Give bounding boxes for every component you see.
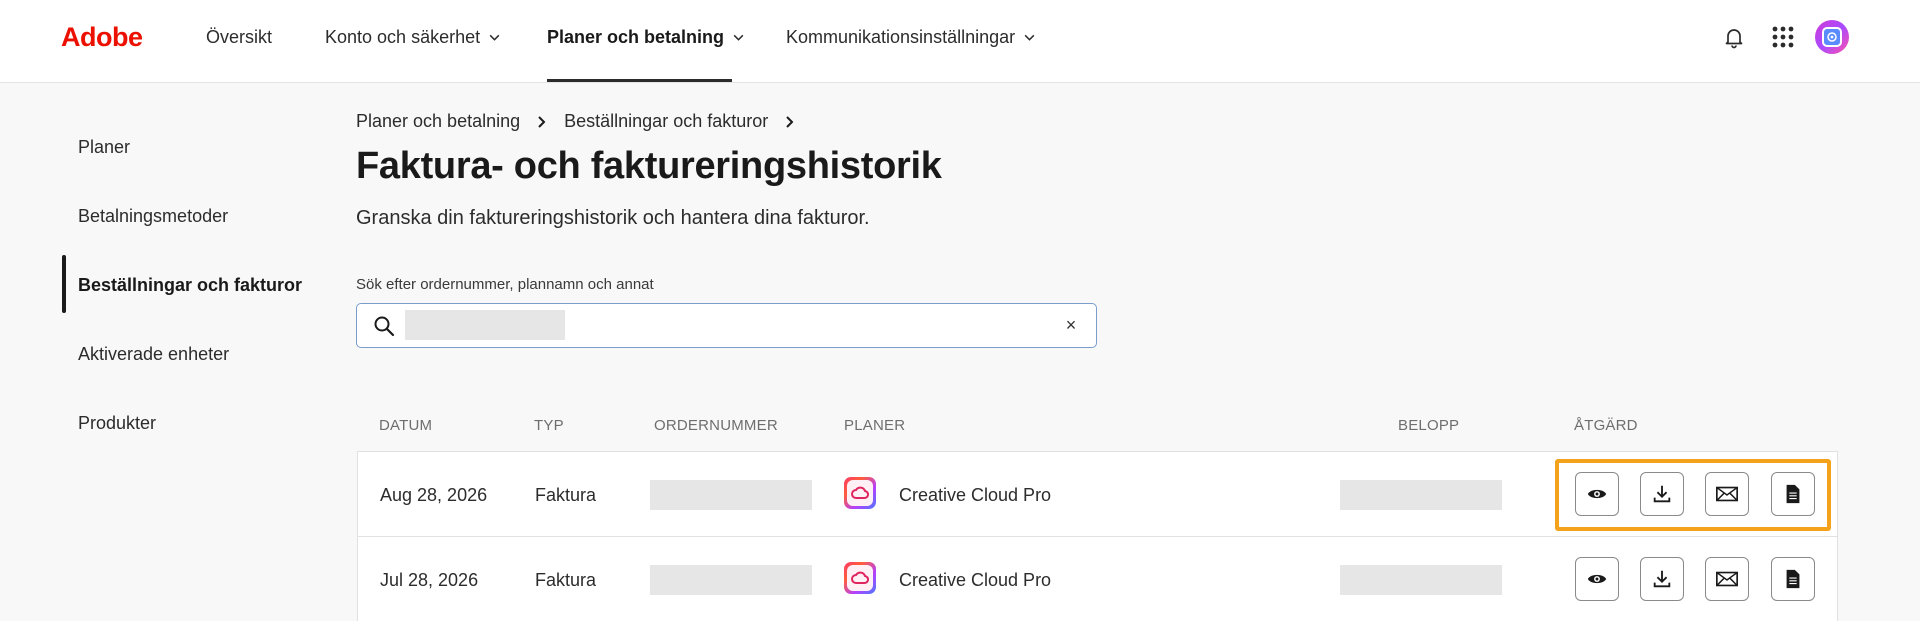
column-header-order-number: ORDERNUMMER — [654, 417, 778, 434]
nav-overview-label: Översikt — [206, 27, 273, 47]
active-tab-indicator — [547, 79, 732, 82]
sidebar-item-orders-invoices[interactable]: Beställningar och fakturor — [78, 275, 302, 296]
chevron-right-icon — [538, 115, 546, 128]
sidebar-item-products[interactable]: Produkter — [78, 413, 156, 434]
creative-cloud-icon — [844, 477, 876, 509]
nav-plans-payment-label: Planer och betalning — [547, 27, 725, 47]
download-invoice-button[interactable] — [1640, 557, 1684, 601]
document-button[interactable] — [1771, 557, 1815, 601]
search-icon — [374, 316, 395, 337]
nav-plans-payment[interactable]: Planer och betalning — [547, 27, 745, 48]
search-input[interactable]: × — [356, 303, 1097, 348]
email-invoice-button[interactable] — [1705, 557, 1749, 601]
column-header-plans: PLANER — [844, 417, 906, 434]
nav-communication-settings[interactable]: Kommunikationsinställningar — [786, 27, 1036, 48]
breadcrumb-item[interactable]: Beställningar och fakturor — [564, 111, 768, 132]
view-invoice-button[interactable] — [1575, 472, 1619, 516]
chevron-down-icon — [489, 34, 500, 41]
row-date: Jul 28, 2026 — [380, 570, 479, 590]
creative-cloud-icon-inner — [847, 480, 873, 506]
row-date: Aug 28, 2026 — [380, 485, 488, 505]
chevron-right-icon — [786, 115, 794, 128]
nav-account-security-label: Konto och säkerhet — [325, 27, 481, 47]
page-title: Faktura- och faktureringshistorik — [356, 145, 942, 187]
nav-overview[interactable]: Översikt — [206, 27, 272, 48]
amount-redacted — [1340, 480, 1502, 510]
adobe-logo[interactable]: Adobe — [61, 22, 143, 53]
email-icon — [1716, 486, 1738, 502]
chevron-down-icon — [733, 34, 744, 41]
column-header-date: DATUM — [379, 417, 433, 434]
top-navigation: Adobe Översikt Konto och säkerhet Planer… — [0, 0, 1920, 83]
document-button[interactable] — [1771, 472, 1815, 516]
clear-search-button[interactable]: × — [1060, 314, 1082, 336]
creative-cloud-icon-inner — [847, 565, 873, 591]
download-icon — [1653, 485, 1671, 503]
document-icon — [1786, 569, 1800, 589]
avatar[interactable] — [1815, 20, 1849, 54]
row-type: Faktura — [535, 570, 597, 590]
nav-communication-settings-label: Kommunikationsinställningar — [786, 27, 1016, 47]
email-icon — [1716, 571, 1738, 587]
nav-account-security[interactable]: Konto och säkerhet — [325, 27, 501, 48]
column-header-type: TYP — [534, 417, 564, 434]
document-icon — [1786, 484, 1800, 504]
avatar-image — [1822, 27, 1842, 47]
apps-grid-icon[interactable] — [1768, 22, 1798, 52]
search-label: Sök efter ordernummer, plannamn och anna… — [356, 276, 654, 293]
sidebar-item-payment-methods[interactable]: Betalningsmetoder — [78, 206, 228, 227]
chevron-down-icon — [1024, 34, 1035, 41]
breadcrumb-item[interactable]: Planer och betalning — [356, 111, 520, 132]
view-icon — [1587, 574, 1607, 584]
sidebar-item-plans[interactable]: Planer — [78, 137, 130, 158]
page-subtitle: Granska din faktureringshistorik och han… — [356, 207, 870, 229]
column-header-action: ÅTGÄRD — [1574, 417, 1638, 434]
sidebar-active-indicator — [62, 255, 66, 313]
email-invoice-button[interactable] — [1705, 472, 1749, 516]
bell-icon[interactable] — [1719, 22, 1749, 52]
order-number-redacted — [650, 480, 812, 510]
table-row: Aug 28, 2026 Faktura Creative Cloud Pro — [357, 451, 1838, 537]
download-invoice-button[interactable] — [1640, 472, 1684, 516]
download-icon — [1653, 570, 1671, 588]
table-row: Jul 28, 2026 Faktura Creative Cloud Pro — [357, 536, 1838, 621]
row-type: Faktura — [535, 485, 597, 505]
row-plan: Creative Cloud Pro — [899, 570, 1052, 590]
breadcrumb: Planer och betalning Beställningar och f… — [356, 111, 796, 132]
amount-redacted — [1340, 565, 1502, 595]
column-header-amount: BELOPP — [1398, 417, 1460, 434]
sidebar-item-activated-devices[interactable]: Aktiverade enheter — [78, 344, 229, 365]
search-value-redacted — [405, 310, 565, 340]
row-plan: Creative Cloud Pro — [899, 485, 1052, 505]
creative-cloud-icon — [844, 562, 876, 594]
order-number-redacted — [650, 565, 812, 595]
view-invoice-button[interactable] — [1575, 557, 1619, 601]
view-icon — [1587, 489, 1607, 499]
